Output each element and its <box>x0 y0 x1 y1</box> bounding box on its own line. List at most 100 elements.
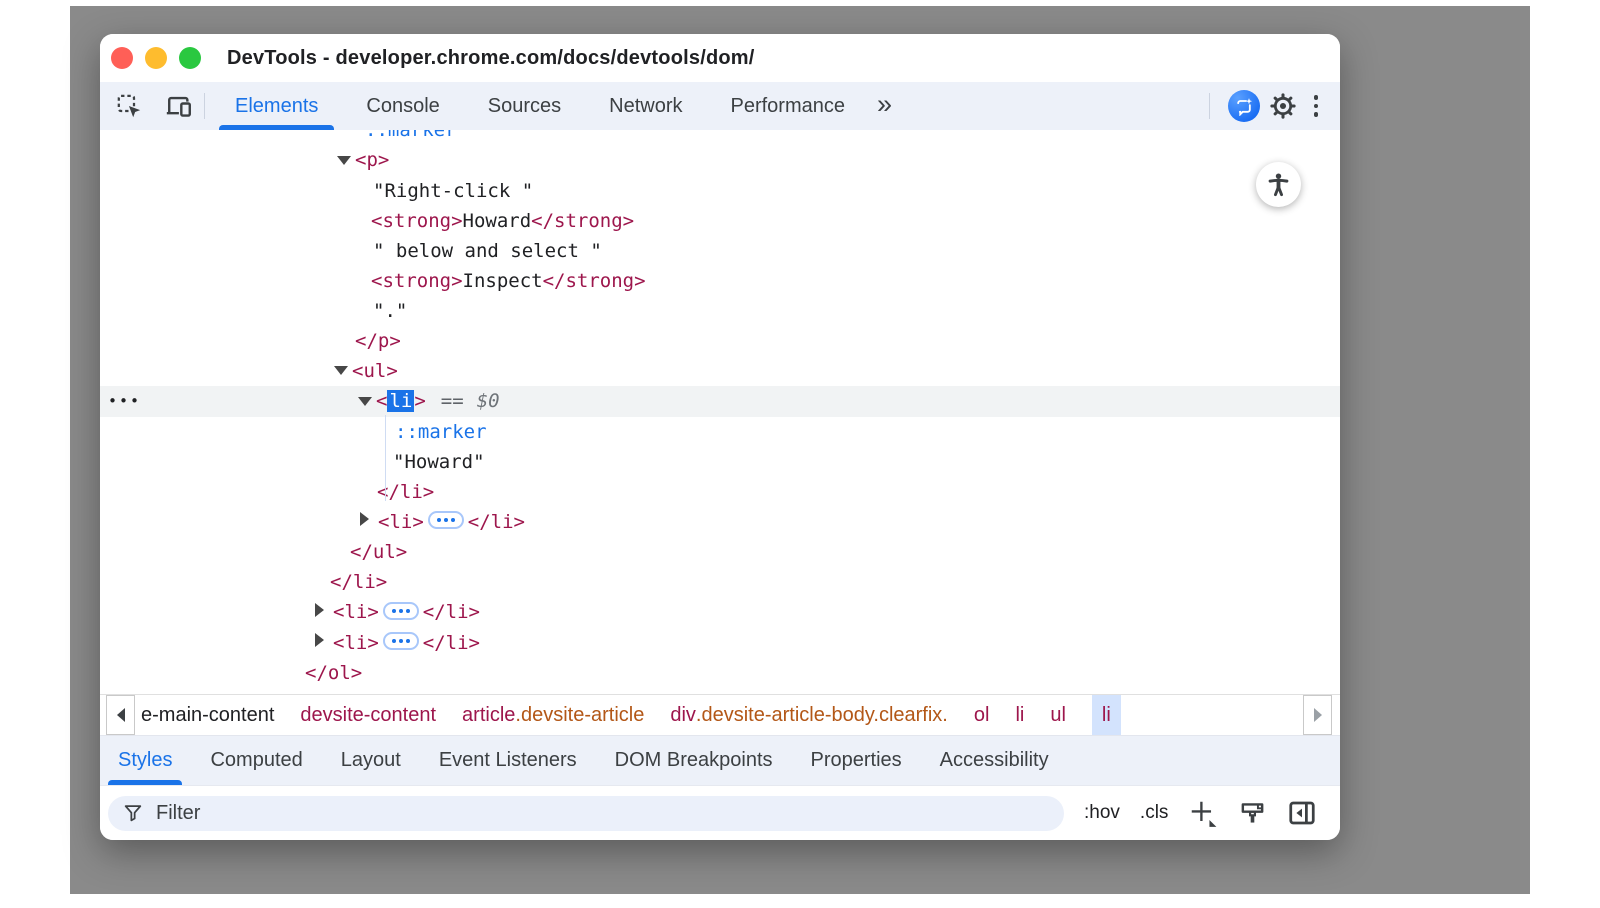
dom-tree-panel: ::marker<p>"Right-click "<strong>Howard<… <box>100 130 1340 694</box>
dom-tree-node[interactable]: <li></li> <box>100 628 1340 659</box>
breadcrumb-item-3[interactable]: div.devsite-article-body.clearfix. <box>670 695 948 735</box>
expand-arrow-down-icon[interactable] <box>358 385 376 415</box>
indent-guide-line <box>385 415 386 501</box>
breadcrumb: e-main-content devsite-content article.dev… <box>141 695 1121 735</box>
chevron-right-icon <box>1314 708 1322 722</box>
inspect-element-icon[interactable] <box>114 91 144 121</box>
device-toolbar-icon[interactable] <box>164 91 194 121</box>
styles-filter-input[interactable]: Filter <box>108 796 1064 831</box>
dom-tag-text: < <box>376 390 387 412</box>
tab-console[interactable]: Console <box>348 82 457 130</box>
dom-tree-node[interactable]: "Right-click " <box>100 176 1340 206</box>
dom-tree-node[interactable]: <strong>Inspect</strong> <box>100 266 1340 296</box>
dom-tree-node[interactable]: </li> <box>100 477 1340 507</box>
dom-tree-node[interactable]: <strong>Howard</strong> <box>100 206 1340 236</box>
breadcrumb-segment: div <box>670 704 696 727</box>
dom-tree-node[interactable]: </ol> <box>100 658 1340 688</box>
collapsed-content-icon[interactable] <box>428 511 464 529</box>
tab-event-listeners[interactable]: Event Listeners <box>429 736 587 785</box>
pseudo-element-text: ::marker <box>395 421 487 443</box>
tab-accessibility[interactable]: Accessibility <box>930 736 1059 785</box>
ai-assistance-icon[interactable] <box>1228 90 1260 122</box>
dom-tag-text: <strong> <box>371 210 463 232</box>
dom-tree-node[interactable]: </li> <box>100 567 1340 597</box>
dom-tag-text: > <box>414 390 425 412</box>
breadcrumb-segment: li <box>1015 704 1024 727</box>
collapsed-content-icon[interactable] <box>383 632 419 650</box>
dom-tree-node[interactable]: ::marker <box>100 130 1340 145</box>
close-window-button[interactable] <box>111 47 133 69</box>
tab-properties[interactable]: Properties <box>801 736 912 785</box>
dom-tree-node[interactable]: "Howard" <box>100 447 1340 477</box>
dom-tree-node[interactable]: </p> <box>100 326 1340 356</box>
rendering-brush-icon[interactable] <box>1238 799 1267 828</box>
dom-text: Inspect <box>463 270 543 292</box>
settings-gear-icon[interactable] <box>1268 91 1298 121</box>
breadcrumb-item-5[interactable]: li <box>1015 695 1024 735</box>
more-tabs-icon[interactable]: » <box>877 91 892 122</box>
dom-tag-text: </strong> <box>543 270 646 292</box>
dom-text: "Right-click " <box>373 180 533 202</box>
toolbar-divider <box>204 93 205 119</box>
expand-arrow-right-icon[interactable] <box>360 505 378 535</box>
dom-tag-text: <li> <box>333 601 379 623</box>
breadcrumb-scroll-right-button[interactable] <box>1303 695 1332 735</box>
expand-arrow-down-icon[interactable] <box>334 354 352 384</box>
tab-elements[interactable]: Elements <box>217 82 336 130</box>
accessibility-overlay-button[interactable] <box>1256 162 1301 207</box>
breadcrumb-item-1[interactable]: devsite-content <box>300 695 436 735</box>
dom-text: "." <box>373 300 407 322</box>
dom-tag-text: </ol> <box>305 662 362 684</box>
tab-styles[interactable]: Styles <box>108 736 182 785</box>
breadcrumb-segment: ol <box>974 704 990 727</box>
dom-tree-node[interactable]: </ul> <box>100 537 1340 567</box>
dom-tree-node[interactable]: "." <box>100 296 1340 326</box>
dom-tag-text: </p> <box>355 330 401 352</box>
dom-tree-node[interactable]: <li></li> <box>100 507 1340 538</box>
tab-layout[interactable]: Layout <box>331 736 411 785</box>
collapsed-content-icon[interactable] <box>383 602 419 620</box>
expand-arrow-down-icon[interactable] <box>337 144 355 174</box>
pseudo-element-text: ::marker <box>365 130 457 141</box>
dom-tree-node[interactable]: <ul> <box>100 356 1340 387</box>
zoom-window-button[interactable] <box>179 47 201 69</box>
dom-tree-node[interactable]: " below and select " <box>100 236 1340 266</box>
breadcrumb-segment: ul <box>1050 704 1066 727</box>
dom-tree-node[interactable]: <p> <box>100 145 1340 176</box>
breadcrumb-bar: e-main-content devsite-content article.dev… <box>100 694 1340 735</box>
expand-arrow-right-icon[interactable] <box>315 596 333 626</box>
breadcrumb-item-7[interactable]: li <box>1092 695 1121 735</box>
breadcrumb-segment: e-main-content <box>141 704 274 727</box>
traffic-lights <box>111 47 201 69</box>
breadcrumb-item-0[interactable]: e-main-content <box>141 695 274 735</box>
tab-computed[interactable]: Computed <box>200 736 312 785</box>
dom-text: " below and select " <box>373 240 602 262</box>
dom-tree-node[interactable]: <li></li> <box>100 597 1340 628</box>
breadcrumb-item-4[interactable]: ol <box>974 695 990 735</box>
toggle-hover-state-button[interactable]: :hov <box>1084 802 1120 824</box>
panel-tabs: ElementsConsole SourcesNetwork Performance <box>217 82 863 130</box>
toggle-classes-button[interactable]: .cls <box>1140 802 1169 824</box>
toggle-sidebar-panel-icon[interactable] <box>1287 798 1317 828</box>
dom-node-selected[interactable]: •••<li>==$0 <box>100 386 1340 417</box>
selected-tag-name: li <box>387 390 414 412</box>
dom-text: Howard <box>463 210 532 232</box>
dom-tree-node[interactable]: ::marker <box>100 417 1340 447</box>
tab-network[interactable]: Network <box>591 82 700 130</box>
filter-bar-actions: :hov .cls <box>1084 798 1317 828</box>
breadcrumb-segment: .devsite-article-body.clearfix. <box>696 704 948 727</box>
breadcrumb-scroll-left-button[interactable] <box>106 695 135 735</box>
kebab-menu-icon[interactable] <box>1306 91 1327 121</box>
tab-dom-breakpoints[interactable]: DOM Breakpoints <box>605 736 783 785</box>
tab-performance[interactable]: Performance <box>713 82 864 130</box>
new-style-rule-plus-icon[interactable] <box>1188 798 1218 828</box>
breadcrumb-item-6[interactable]: ul <box>1050 695 1066 735</box>
minimize-window-button[interactable] <box>145 47 167 69</box>
breadcrumb-segment: .devsite-article <box>515 704 644 727</box>
expand-arrow-right-icon[interactable] <box>315 626 333 656</box>
node-options-dots-icon[interactable]: ••• <box>108 386 141 416</box>
breadcrumb-item-2[interactable]: article.devsite-article <box>462 695 644 735</box>
tab-sources[interactable]: Sources <box>470 82 579 130</box>
dom-tag-text: </ul> <box>350 541 407 563</box>
equals-sign: == <box>441 390 464 412</box>
